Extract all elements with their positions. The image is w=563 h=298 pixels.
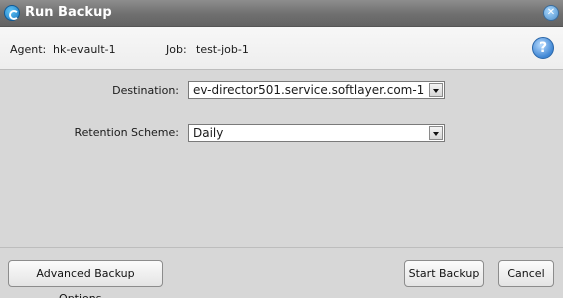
retention-value: Daily [193,126,224,140]
cancel-button[interactable]: Cancel [498,260,554,287]
agent-value: hk-evault-1 [53,43,116,56]
advanced-backup-options-button[interactable]: Advanced Backup Options... [8,260,163,298]
destination-value: ev-director501.service.softlayer.com-1 [193,83,425,97]
help-icon[interactable]: ? [532,37,554,59]
job-label: Job: [166,43,187,56]
chevron-down-icon[interactable] [429,83,443,97]
agent-label: Agent: [10,43,47,56]
footer-bar: Advanced Backup Options... Start Backup … [0,247,563,298]
evault-logo-icon [4,5,20,21]
title-bar[interactable]: Run Backup ✕ [0,0,563,27]
job-value: test-job-1 [196,43,249,56]
info-bar: Agent: hk-evault-1 Job: test-job-1 ? [0,27,563,70]
retention-select[interactable]: Daily [188,124,445,142]
run-backup-dialog: Run Backup ✕ Agent: hk-evault-1 Job: tes… [0,0,563,298]
destination-select[interactable]: ev-director501.service.softlayer.com-1 [188,81,445,99]
window-title: Run Backup [25,5,112,20]
destination-label: Destination: [112,84,179,97]
close-icon[interactable]: ✕ [543,5,559,21]
start-backup-button[interactable]: Start Backup [404,260,484,287]
retention-label: Retention Scheme: [74,126,180,139]
chevron-down-icon[interactable] [429,126,443,140]
